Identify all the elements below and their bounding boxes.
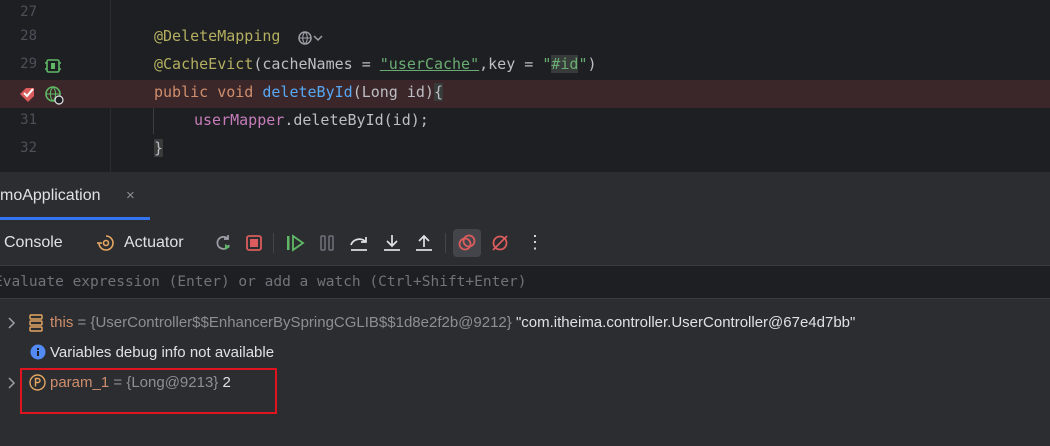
code-line-32[interactable]: 32 } [0,136,1050,164]
endpoint-globe-icon[interactable] [44,85,64,109]
pause-icon[interactable] [316,232,338,254]
info-icon [30,344,46,360]
code-text: public void deleteById(Long id){ [154,83,443,101]
step-out-icon[interactable] [413,232,435,254]
step-into-icon[interactable] [381,232,403,254]
code-text: userMapper.deleteById(id); [194,111,429,129]
resume-icon[interactable] [284,232,306,254]
mute-breakpoints-icon[interactable] [489,232,511,254]
code-text: } [154,139,164,157]
step-over-icon[interactable] [348,232,370,254]
code-line-28[interactable]: 28 @DeleteMapping [0,24,1050,52]
info-message: Variables debug info not available [50,344,275,361]
chevron-right-icon[interactable] [6,316,18,329]
evaluate-expression-input[interactable] [0,266,1034,298]
actuator-icon [95,232,117,254]
web-endpoint-icon[interactable] [298,30,326,50]
stop-icon[interactable] [243,232,265,254]
active-tab-indicator [0,217,150,220]
line-number: 31 [20,112,37,128]
bean-icon[interactable] [44,57,62,79]
tab-debug-session[interactable]: moApplication [0,187,101,205]
tab-console[interactable]: Console [4,234,63,252]
code-editor[interactable]: 27 28 @DeleteMapping 29 @CacheEvict(cach… [0,0,1050,172]
rerun-icon[interactable] [212,232,234,254]
debug-tab-bar: moApplication × [0,172,1050,221]
line-number: 32 [20,140,37,156]
close-icon[interactable]: × [126,187,135,204]
more-options-icon[interactable]: ⋮ [526,232,544,253]
chevron-right-icon[interactable] [6,376,18,389]
code-text: @CacheEvict(cacheNames = "userCache",key… [154,55,597,73]
toolbar-separator [273,233,274,253]
variable-text: this = {UserController$$EnhancerBySpring… [50,314,856,331]
code-line-30-breakpoint[interactable]: public void deleteById(Long id){ [0,80,1050,108]
indent-guide [153,108,154,134]
code-line-29[interactable]: 29 @CacheEvict(cacheNames = "userCache",… [0,52,1050,80]
line-number: 28 [20,28,37,44]
line-number: 27 [20,4,37,20]
info-row: Variables debug info not available [0,339,1050,367]
view-breakpoints-icon[interactable] [456,232,478,254]
evaluate-expression-bar [0,265,1050,299]
tab-actuator[interactable]: Actuator [124,234,184,252]
code-text: @DeleteMapping [154,27,281,45]
breakpoint-icon[interactable] [18,84,38,108]
variable-row-this[interactable]: this = {UserController$$EnhancerBySpring… [0,309,1050,337]
code-line-31[interactable]: 31 userMapper.deleteById(id); [0,108,1050,136]
field-list-icon [29,314,45,332]
line-number: 29 [20,56,37,72]
highlight-annotation-box [20,368,277,414]
debug-toolbar: Console Actuator ⋮ [0,221,1050,265]
toolbar-separator [445,233,446,253]
